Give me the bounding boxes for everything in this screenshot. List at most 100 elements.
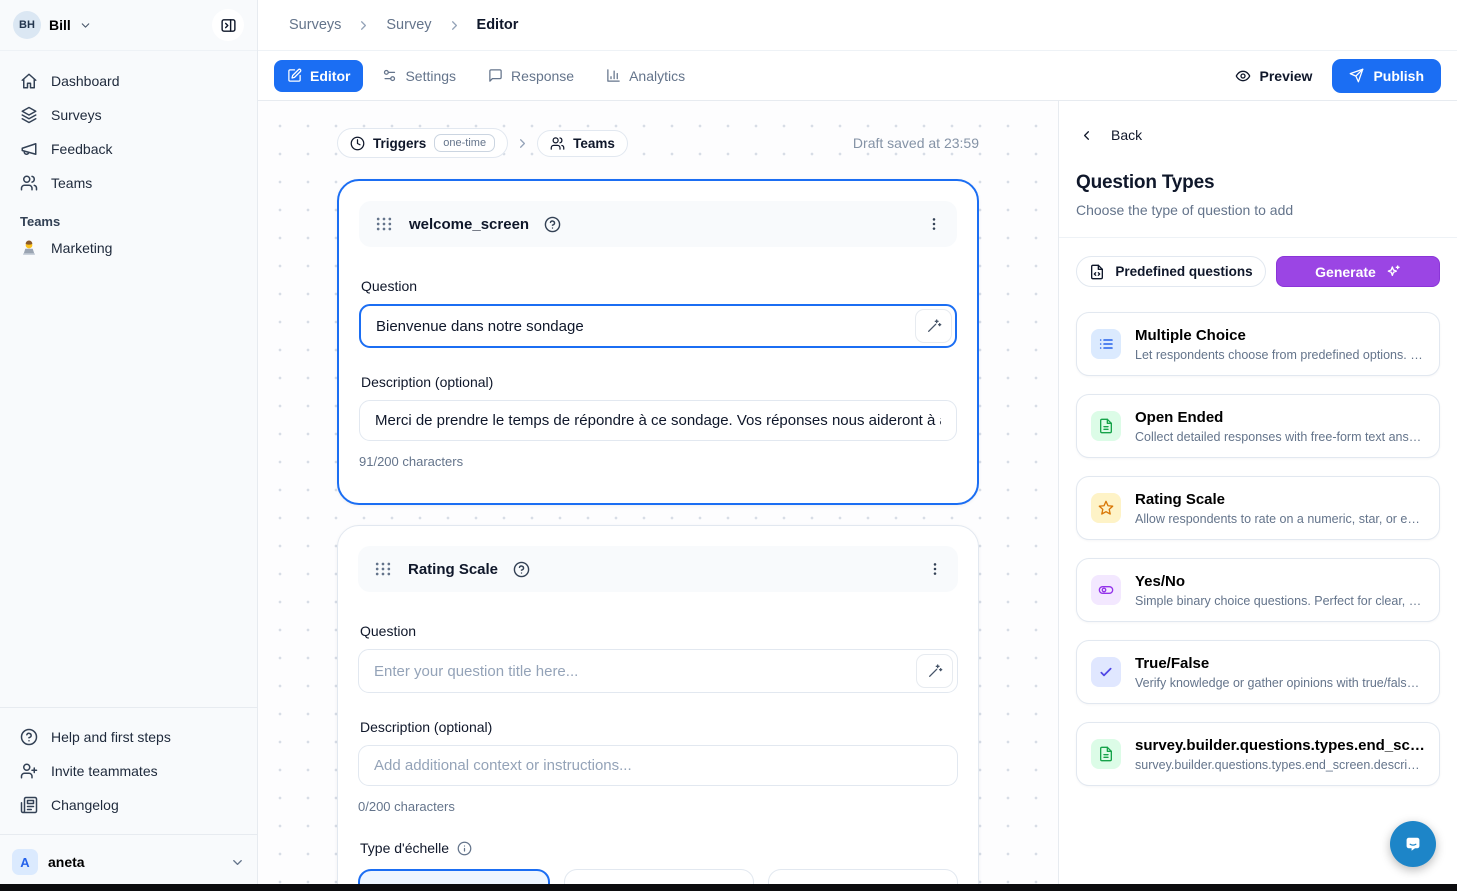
sidebar-item-label: Dashboard: [51, 73, 120, 89]
triggers-chip[interactable]: Triggers one-time: [337, 128, 508, 158]
one-time-badge: one-time: [434, 134, 495, 152]
question-type-yes-no[interactable]: Yes/No Simple binary choice questions. P…: [1076, 558, 1440, 622]
question-title-input[interactable]: [359, 304, 957, 348]
panel-title: Question Types: [1076, 172, 1440, 194]
teams-chip[interactable]: Teams: [537, 130, 628, 157]
users-icon: [550, 136, 565, 151]
kebab-menu-icon[interactable]: [927, 561, 943, 577]
description-label: Description (optional): [361, 374, 955, 390]
question-type-open-ended[interactable]: Open Ended Collect detailed responses wi…: [1076, 394, 1440, 458]
question-type-list: Multiple Choice Let respondents choose f…: [1076, 312, 1440, 786]
type-description: Collect detailed responses with free-for…: [1135, 430, 1425, 444]
sidebar-item-label: Feedback: [51, 141, 112, 157]
tab-response[interactable]: Response: [475, 60, 587, 92]
question-description-input[interactable]: [358, 745, 958, 786]
teams-section-title: Teams: [20, 214, 237, 229]
char-count: 0/200 characters: [358, 799, 958, 814]
ai-rewrite-button[interactable]: [916, 654, 953, 688]
question-type-end-screen[interactable]: survey.builder.questions.types.end_scr..…: [1076, 722, 1440, 786]
file-code-icon: [1089, 264, 1105, 280]
technologist-emoji: [20, 239, 38, 257]
predefined-questions-label: Predefined questions: [1115, 264, 1252, 279]
type-description: Allow respondents to rate on a numeric, …: [1135, 512, 1425, 526]
question-card-rating-scale[interactable]: Rating Scale Question Description (optio…: [337, 525, 979, 891]
app-window: BH Bill Dashboard Surveys Feedback: [0, 0, 1457, 891]
ai-rewrite-button[interactable]: [915, 309, 952, 343]
sidebar-footer: Help and first steps Invite teammates Ch…: [0, 707, 257, 822]
type-name: True/False: [1135, 655, 1425, 672]
predefined-questions-button[interactable]: Predefined questions: [1076, 256, 1266, 287]
breadcrumb-survey[interactable]: Survey: [386, 17, 431, 33]
chevron-left-icon: [1079, 128, 1094, 143]
newspaper-icon: [20, 796, 38, 814]
chevron-right-icon: [447, 18, 462, 33]
pen-square-icon: [287, 68, 302, 83]
question-card-welcome-screen[interactable]: welcome_screen Question Description (opt…: [337, 179, 979, 505]
magic-wand-icon: [926, 318, 942, 334]
toolbar-actions: Preview Publish: [1235, 59, 1442, 93]
org-switcher[interactable]: A aneta: [0, 834, 257, 891]
drag-handle-icon[interactable]: [373, 559, 393, 579]
sidebar-nav: Dashboard Surveys Feedback Teams: [0, 51, 257, 200]
user-plus-icon: [20, 762, 38, 780]
scale-type-label: Type d'échelle: [360, 840, 956, 856]
clock-icon: [350, 136, 365, 151]
help-circle-icon[interactable]: [513, 561, 530, 578]
back-button[interactable]: Back: [1076, 127, 1142, 143]
check-icon: [1091, 657, 1121, 687]
scale-type-label-text: Type d'échelle: [360, 840, 449, 856]
type-name: Open Ended: [1135, 409, 1425, 426]
kebab-menu-icon[interactable]: [926, 216, 942, 232]
sidebar-item-teams[interactable]: Teams: [10, 166, 247, 200]
type-name: Rating Scale: [1135, 491, 1425, 508]
users-icon: [20, 174, 38, 192]
type-name: Multiple Choice: [1135, 327, 1425, 344]
question-type-true-false[interactable]: True/False Verify knowledge or gather op…: [1076, 640, 1440, 704]
collapse-sidebar-button[interactable]: [212, 9, 244, 41]
question-type-multiple-choice[interactable]: Multiple Choice Let respondents choose f…: [1076, 312, 1440, 376]
chat-launcher-button[interactable]: [1390, 821, 1436, 867]
question-label: Question: [360, 623, 956, 639]
preview-button[interactable]: Preview: [1235, 68, 1313, 84]
tab-editor[interactable]: Editor: [274, 60, 363, 92]
sidebar-item-help[interactable]: Help and first steps: [10, 720, 181, 754]
type-name: survey.builder.questions.types.end_scr..…: [1135, 737, 1425, 754]
chevron-right-icon: [515, 136, 530, 151]
generate-button[interactable]: Generate: [1276, 256, 1440, 287]
bar-chart-icon: [606, 68, 621, 83]
footer-item-label: Changelog: [51, 797, 119, 813]
question-description-input[interactable]: [359, 400, 957, 441]
triggers-chip-label: Triggers: [373, 136, 426, 151]
sidebar-item-invite[interactable]: Invite teammates: [10, 754, 168, 788]
drag-handle-icon[interactable]: [374, 214, 394, 234]
breadcrumb-current: Editor: [477, 17, 519, 33]
question-card-title: welcome_screen: [409, 216, 529, 233]
sidebar-item-changelog[interactable]: Changelog: [10, 788, 129, 822]
sidebar-item-feedback[interactable]: Feedback: [10, 132, 247, 166]
generate-label: Generate: [1315, 264, 1376, 280]
sidebar-item-marketing[interactable]: Marketing: [20, 229, 112, 257]
bottom-edge-strip: [0, 884, 1457, 891]
breadcrumb-surveys[interactable]: Surveys: [289, 17, 341, 33]
tab-settings[interactable]: Settings: [369, 60, 469, 92]
publish-label: Publish: [1373, 68, 1424, 84]
type-name: Yes/No: [1135, 573, 1425, 590]
help-circle-icon[interactable]: [544, 216, 561, 233]
avatar: BH: [13, 11, 41, 39]
question-title-input[interactable]: [358, 649, 958, 693]
editor-toolbar: Editor Settings Response Analytics Previ…: [258, 51, 1457, 101]
sidebar-item-surveys[interactable]: Surveys: [10, 98, 247, 132]
user-menu[interactable]: BH Bill: [13, 11, 92, 39]
sidebar-header: BH Bill: [0, 0, 257, 51]
tab-label: Response: [511, 68, 574, 84]
question-type-rating-scale[interactable]: Rating Scale Allow respondents to rate o…: [1076, 476, 1440, 540]
help-circle-icon: [20, 728, 38, 746]
back-label: Back: [1111, 127, 1142, 143]
editor-content: Triggers one-time Teams Draft saved at 2…: [258, 101, 1457, 891]
toggle-icon: [1091, 575, 1121, 605]
publish-button[interactable]: Publish: [1332, 59, 1441, 93]
panel-actions: Predefined questions Generate: [1076, 256, 1440, 287]
sidebar-item-dashboard[interactable]: Dashboard: [10, 64, 247, 98]
chevron-down-icon: [230, 855, 245, 870]
tab-analytics[interactable]: Analytics: [593, 60, 698, 92]
